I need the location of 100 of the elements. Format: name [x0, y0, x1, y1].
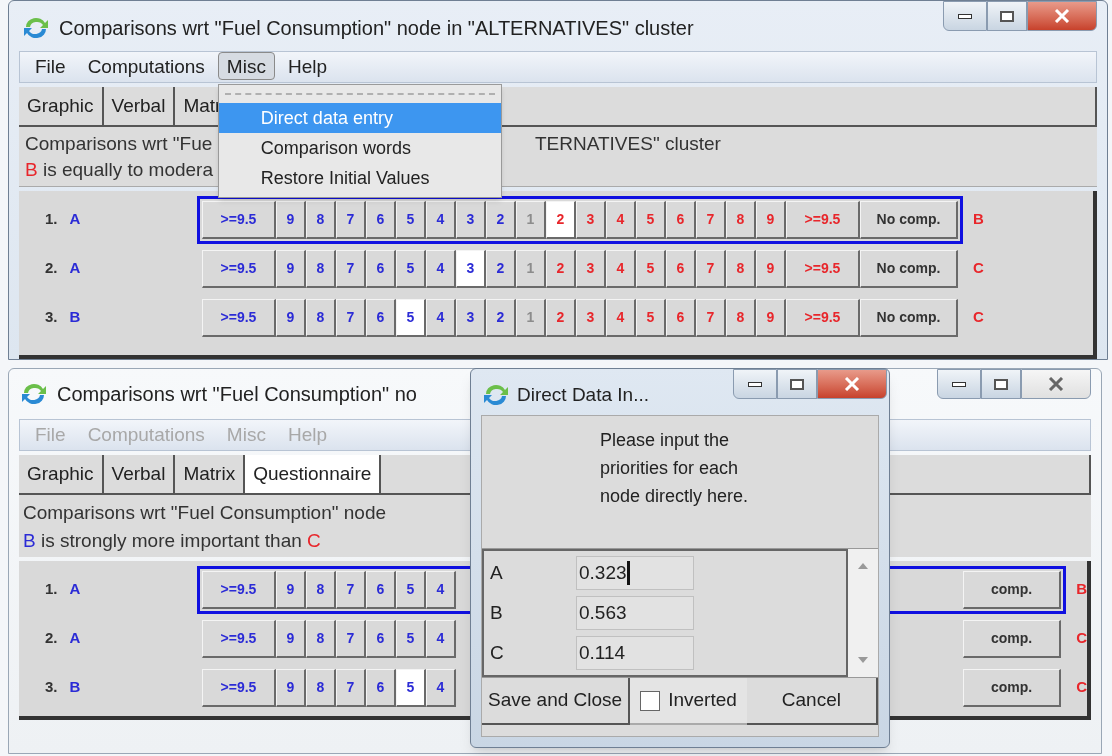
menu-item[interactable]: Misc	[217, 52, 275, 81]
scale-button[interactable]: >=9.5	[202, 298, 276, 337]
scale-button[interactable]: 9	[276, 619, 306, 658]
scale-button[interactable]: >=9.5	[786, 249, 860, 288]
scale-button[interactable]: 7	[696, 298, 726, 337]
scale-button[interactable]: 7	[336, 570, 366, 609]
scale-button[interactable]: 5	[396, 298, 426, 337]
scale-button[interactable]: 2	[486, 298, 516, 337]
scale-button[interactable]: 3	[456, 200, 486, 239]
scale-button[interactable]: >=9.5	[202, 200, 276, 239]
scale-button[interactable]: 2	[546, 249, 576, 288]
scale-button[interactable]: 8	[306, 570, 336, 609]
scale-button[interactable]: 4	[606, 200, 636, 239]
tab[interactable]: Graphic	[19, 455, 104, 495]
scale-button[interactable]: comp.	[963, 570, 1062, 609]
scale-button[interactable]: No comp.	[860, 200, 958, 239]
scale-button[interactable]: 5	[396, 200, 426, 239]
maximize-button[interactable]	[777, 369, 817, 399]
close-button[interactable]	[817, 369, 887, 399]
value-field[interactable]: 0.323	[576, 556, 694, 590]
scale-button[interactable]: >=9.5	[202, 668, 276, 707]
scale-button[interactable]: 9	[276, 249, 306, 288]
close-button[interactable]	[1021, 369, 1091, 399]
close-button[interactable]	[1027, 1, 1097, 31]
scale-button[interactable]: >=9.5	[786, 200, 860, 239]
scale-button[interactable]: 5	[396, 668, 426, 707]
minimize-button[interactable]	[943, 1, 987, 31]
scale-button[interactable]: 9	[276, 668, 306, 707]
scale-button[interactable]: 9	[276, 570, 306, 609]
scale-button[interactable]: 2	[546, 298, 576, 337]
scale-button[interactable]: 8	[726, 200, 756, 239]
scale-button[interactable]: 4	[606, 298, 636, 337]
scale-button[interactable]: 6	[666, 200, 696, 239]
scrollbar[interactable]	[848, 549, 878, 677]
scale-button[interactable]: No comp.	[860, 249, 958, 288]
cancel-button[interactable]: Cancel	[746, 678, 878, 725]
scale-button[interactable]: 9	[276, 200, 306, 239]
scale-button[interactable]: 2	[486, 200, 516, 239]
tab[interactable]: Questionnaire	[245, 455, 382, 495]
scale-button[interactable]: 9	[756, 298, 786, 337]
minimize-button[interactable]	[937, 369, 981, 399]
scale-button[interactable]: 3	[576, 200, 606, 239]
scale-button[interactable]: comp.	[963, 668, 1062, 707]
scale-button[interactable]: 9	[756, 249, 786, 288]
scale-button[interactable]: 4	[426, 668, 456, 707]
scale-button[interactable]: 8	[306, 619, 336, 658]
tab[interactable]: Verbal	[103, 87, 176, 127]
scale-button[interactable]: 7	[336, 668, 366, 707]
scale-button[interactable]: 6	[366, 619, 396, 658]
tab[interactable]: Matrix	[175, 455, 246, 495]
scale-button[interactable]: 9	[756, 200, 786, 239]
scale-button[interactable]: No comp.	[860, 298, 958, 337]
scale-button[interactable]: 6	[366, 200, 396, 239]
scale-button[interactable]: 3	[576, 249, 606, 288]
scale-button[interactable]: >=9.5	[202, 249, 276, 288]
scale-button[interactable]: 3	[576, 298, 606, 337]
tab[interactable]: Verbal	[103, 455, 176, 495]
scale-button[interactable]: comp.	[963, 619, 1062, 658]
menu-item[interactable]: Computations	[78, 52, 214, 81]
scale-button[interactable]: 7	[336, 619, 366, 658]
scale-button[interactable]: 5	[396, 249, 426, 288]
scale-button[interactable]: 6	[666, 249, 696, 288]
scale-button[interactable]: 3	[456, 249, 486, 288]
scale-button[interactable]: 4	[606, 249, 636, 288]
scale-button[interactable]: 4	[426, 249, 456, 288]
scale-button[interactable]: 6	[366, 570, 396, 609]
scale-button[interactable]: 6	[366, 249, 396, 288]
scale-button[interactable]: 8	[306, 200, 336, 239]
scale-button[interactable]: 8	[306, 298, 336, 337]
value-field[interactable]: 0.563	[576, 596, 694, 630]
scale-button[interactable]: >=9.5	[202, 619, 276, 658]
scale-button[interactable]: 7	[696, 200, 726, 239]
scale-button[interactable]: 6	[366, 668, 396, 707]
scale-button[interactable]: 8	[306, 249, 336, 288]
scale-button[interactable]: 7	[336, 200, 366, 239]
value-field[interactable]: 0.114	[576, 636, 694, 670]
scale-button[interactable]: 2	[546, 200, 576, 239]
scale-button[interactable]: 2	[486, 249, 516, 288]
scale-button[interactable]: 4	[426, 298, 456, 337]
scale-button[interactable]: 5	[636, 298, 666, 337]
maximize-button[interactable]	[987, 1, 1027, 31]
scale-button[interactable]: 9	[276, 298, 306, 337]
checkbox[interactable]	[640, 690, 661, 711]
maximize-button[interactable]	[981, 369, 1021, 399]
scale-button[interactable]: 4	[426, 200, 456, 239]
scale-button[interactable]: 7	[336, 249, 366, 288]
scale-button[interactable]: 4	[426, 570, 456, 609]
menu-option[interactable]: Restore Initial Values	[218, 163, 501, 194]
scale-button[interactable]: 7	[696, 249, 726, 288]
scale-button[interactable]: 6	[366, 298, 396, 337]
scale-button[interactable]: >=9.5	[202, 570, 276, 609]
scale-button[interactable]: 8	[726, 249, 756, 288]
scale-button[interactable]: 6	[666, 298, 696, 337]
scale-button[interactable]: 5	[396, 619, 426, 658]
menu-item[interactable]: Help	[278, 52, 336, 81]
tab[interactable]: Graphic	[19, 87, 104, 127]
scale-button[interactable]: >=9.5	[786, 298, 860, 337]
scale-button[interactable]: 8	[726, 298, 756, 337]
menu-option[interactable]: Direct data entry	[218, 103, 501, 134]
scale-button[interactable]: 5	[396, 570, 426, 609]
